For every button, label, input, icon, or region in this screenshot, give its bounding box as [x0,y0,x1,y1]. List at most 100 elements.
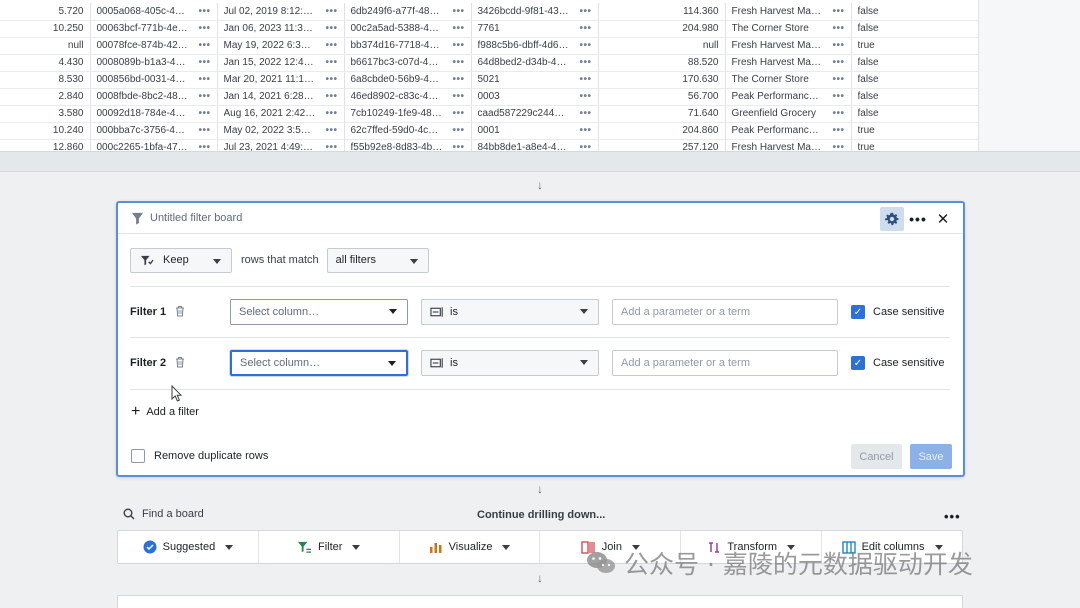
table-cell[interactable]: ••• Fresh Harvest Mar… [725,139,852,151]
table-row[interactable]: 5.720 ••• 0005a068-405c-4d… ••• Jul 02, 2019… [0,3,979,21]
cell-more-icon[interactable]: ••• [198,142,210,151]
cell-more-icon[interactable]: ••• [452,57,464,68]
parameter-input[interactable]: Add a parameter or a term [612,350,838,376]
table-cell[interactable]: ••• 6db249f6-a77f-48e… [344,3,472,21]
table-row[interactable]: 8.530 ••• 000856bd-0031-40… ••• Mar 20, 2021… [0,71,979,89]
remove-duplicates-checkbox[interactable] [131,449,145,463]
visualize-button[interactable]: Visualize [400,531,541,563]
table-cell[interactable]: ••• f55b92e8-8d83-4b… [344,139,472,151]
table-cell[interactable]: true [851,37,979,55]
cell-more-icon[interactable]: ••• [198,40,210,51]
cell-more-icon[interactable]: ••• [832,108,844,119]
table-cell[interactable]: true [851,122,979,140]
table-cell[interactable]: 204.980 [598,20,726,38]
table-cell[interactable]: ••• 5021 [471,71,599,89]
table-cell[interactable]: ••• 7761 [471,20,599,38]
cell-more-icon[interactable]: ••• [832,57,844,68]
table-cell[interactable]: ••• Fresh Harvest Mar… [725,3,852,21]
table-cell[interactable]: ••• caad587229c2444… [471,105,599,123]
cell-more-icon[interactable]: ••• [452,91,464,102]
table-cell[interactable]: ••• The Corner Store [725,20,852,38]
cell-more-icon[interactable]: ••• [832,6,844,17]
table-cell[interactable]: null [598,37,726,55]
table-cell[interactable]: ••• May 02, 2022 3:51:… [217,122,345,140]
cell-more-icon[interactable]: ••• [579,74,591,85]
table-cell[interactable]: 10.250 [0,20,91,38]
table-cell[interactable]: ••• b6617bc3-c07d-4b… [344,54,472,72]
table-cell[interactable]: ••• Jan 06, 2023 11:37… [217,20,345,38]
cell-more-icon[interactable]: ••• [579,40,591,51]
trash-icon[interactable] [175,356,185,368]
table-cell[interactable]: ••• 0003 [471,88,599,106]
table-cell[interactable]: 204.860 [598,122,726,140]
table-cell[interactable]: ••• 000856bd-0031-40… [90,71,218,89]
table-row[interactable]: 2.840 ••• 0008fbde-8bc2-48… ••• Jan 14, 2021… [0,88,979,106]
table-cell[interactable]: 2.840 [0,88,91,106]
table-cell[interactable]: ••• May 19, 2022 6:30:… [217,37,345,55]
cell-more-icon[interactable]: ••• [452,6,464,17]
case-sensitive-checkbox[interactable]: ✓ [851,356,865,370]
table-cell[interactable]: ••• 000bba7c-3756-4a… [90,122,218,140]
cell-more-icon[interactable]: ••• [832,142,844,151]
settings-gear-button[interactable] [880,207,904,231]
cell-more-icon[interactable]: ••• [452,40,464,51]
table-row[interactable]: 12.860 ••• 000c2265-1bfa-47… ••• Jul 23, 202… [0,139,979,151]
table-row[interactable]: 3.580 ••• 00092d18-784e-4c… ••• Aug 16, 2021… [0,105,979,123]
cell-more-icon[interactable]: ••• [579,108,591,119]
table-cell[interactable]: ••• 000c2265-1bfa-47… [90,139,218,151]
cell-more-icon[interactable]: ••• [452,23,464,34]
table-row[interactable]: null ••• 00078fce-874b-42… ••• May 19, 2022 … [0,37,979,55]
table-cell[interactable]: false [851,71,979,89]
table-cell[interactable]: ••• f988c5b6-dbff-4d6… [471,37,599,55]
table-cell[interactable]: 3.580 [0,105,91,123]
operator-select[interactable]: is [421,350,599,376]
cell-more-icon[interactable]: ••• [452,125,464,136]
cell-more-icon[interactable]: ••• [579,6,591,17]
cell-more-icon[interactable]: ••• [579,125,591,136]
add-filter-button[interactable]: + Add a filter [131,404,199,420]
table-cell[interactable]: 10.240 [0,122,91,140]
table-cell[interactable]: null [0,37,91,55]
table-cell[interactable]: ••• Jul 23, 2021 4:49:3… [217,139,345,151]
table-cell[interactable]: ••• 00078fce-874b-42… [90,37,218,55]
cell-more-icon[interactable]: ••• [325,40,337,51]
table-cell[interactable]: ••• Peak Performance … [725,122,852,140]
table-cell[interactable]: 257.120 [598,139,726,151]
table-cell[interactable]: ••• bb374d16-7718-4… [344,37,472,55]
table-cell[interactable]: 88.520 [598,54,726,72]
column-select[interactable]: Select column… [230,350,408,376]
board-title[interactable]: Untitled filter board [150,212,242,224]
table-cell[interactable]: ••• 46ed8902-c83c-41… [344,88,472,106]
cell-more-icon[interactable]: ••• [198,6,210,17]
cell-more-icon[interactable]: ••• [325,6,337,17]
cell-more-icon[interactable]: ••• [325,91,337,102]
cell-more-icon[interactable]: ••• [579,57,591,68]
table-cell[interactable]: ••• Jul 02, 2019 8:12:3… [217,3,345,21]
more-options-button[interactable]: ••• [906,207,930,231]
cell-more-icon[interactable]: ••• [452,142,464,151]
cell-more-icon[interactable]: ••• [325,74,337,85]
table-cell[interactable]: ••• Mar 20, 2021 11:12… [217,71,345,89]
cell-more-icon[interactable]: ••• [198,125,210,136]
find-board-search[interactable]: Find a board [123,508,204,520]
table-cell[interactable]: ••• Jan 15, 2022 12:49… [217,54,345,72]
cell-more-icon[interactable]: ••• [832,74,844,85]
trash-icon[interactable] [175,305,185,317]
cell-more-icon[interactable]: ••• [325,142,337,151]
cell-more-icon[interactable]: ••• [452,108,464,119]
cell-more-icon[interactable]: ••• [198,57,210,68]
parameter-input[interactable]: Add a parameter or a term [612,299,838,325]
table-cell[interactable]: 114.360 [598,3,726,21]
table-cell[interactable]: ••• 64d8bed2-d34b-4… [471,54,599,72]
cell-more-icon[interactable]: ••• [198,108,210,119]
cell-more-icon[interactable]: ••• [198,91,210,102]
table-cell[interactable]: ••• 7cb10249-1fe9-48f… [344,105,472,123]
table-cell[interactable]: ••• 00063bcf-771b-4e… [90,20,218,38]
cell-more-icon[interactable]: ••• [198,23,210,34]
cell-more-icon[interactable]: ••• [452,74,464,85]
keep-select[interactable]: Keep [130,247,232,273]
table-row[interactable]: 10.240 ••• 000bba7c-3756-4a… ••• May 02, 202… [0,122,979,140]
table-cell[interactable]: ••• 00092d18-784e-4c… [90,105,218,123]
table-cell[interactable]: ••• Peak Performance … [725,88,852,106]
table-cell[interactable]: ••• 3426bcdd-9f81-43… [471,3,599,21]
